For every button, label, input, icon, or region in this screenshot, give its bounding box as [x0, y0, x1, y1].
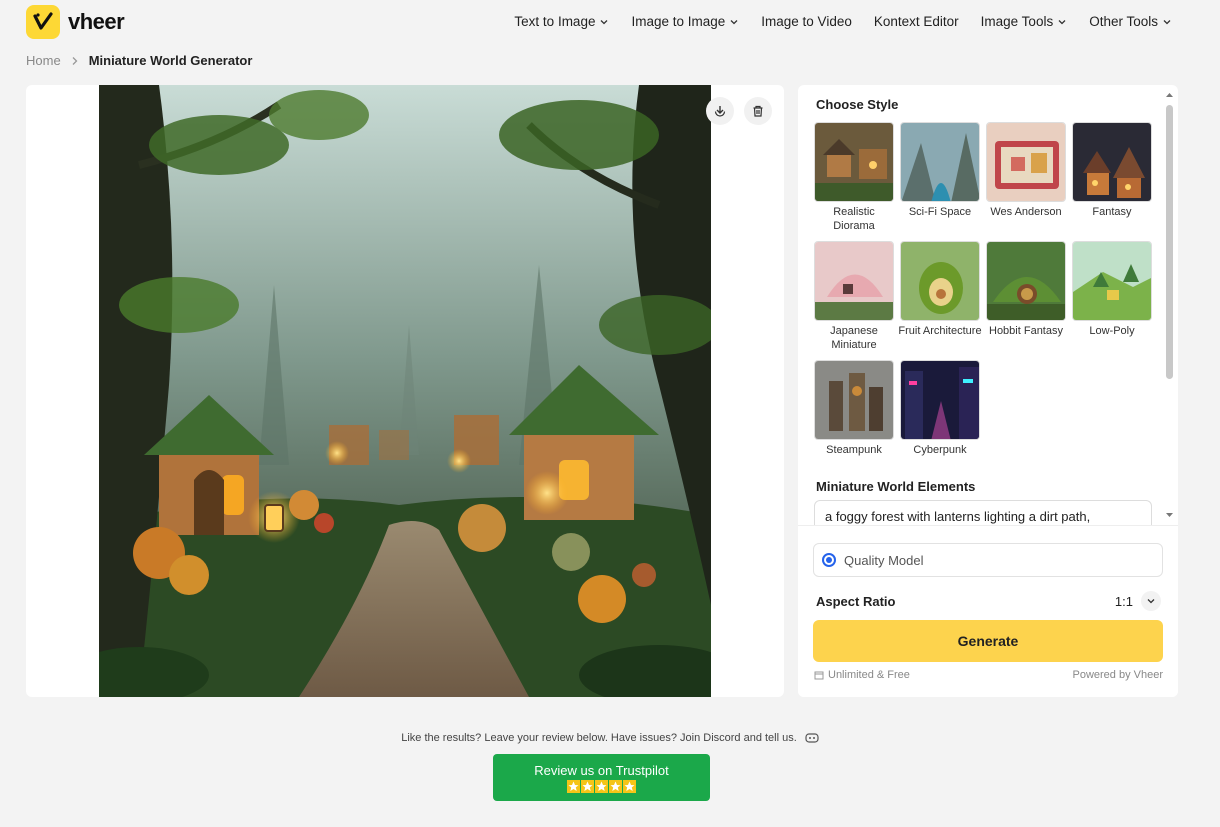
style-label: Wes Anderson	[990, 206, 1062, 218]
nav-label: Text to Image	[514, 14, 596, 29]
nav-label: Image to Video	[761, 14, 852, 29]
chevron-right-icon	[72, 56, 78, 65]
style-japanese-miniature[interactable]: Japanese Miniature	[814, 241, 894, 352]
result-image-panel	[26, 85, 784, 697]
quality-model-option[interactable]: Quality Model	[813, 543, 1163, 577]
style-thumbnail	[814, 241, 894, 321]
radio-selected-icon	[822, 553, 836, 567]
star-icon	[567, 779, 580, 793]
style-thumbnail	[900, 241, 980, 321]
nav-other-tools[interactable]: Other Tools	[1089, 14, 1172, 29]
style-thumbnail	[1072, 241, 1152, 321]
style-realistic-diorama[interactable]: Realistic Diorama	[814, 122, 894, 233]
breadcrumb: Home Miniature World Generator	[26, 53, 252, 68]
style-thumbnail	[986, 122, 1066, 202]
generate-controls: Quality Model Aspect Ratio 1:1 Generate …	[798, 525, 1178, 697]
rating-stars	[567, 779, 636, 793]
style-sci-fi-space[interactable]: Sci-Fi Space	[900, 122, 980, 233]
powered-by-label: Powered by Vheer	[1072, 669, 1164, 681]
vheer-logo-icon	[26, 5, 60, 39]
nav-label: Kontext Editor	[873, 14, 959, 29]
scroll-up-icon	[1166, 93, 1173, 97]
nav-text-to-image[interactable]: Text to Image	[514, 14, 609, 29]
chevron-down-icon	[1163, 19, 1171, 24]
model-label: Quality Model	[844, 552, 924, 568]
breadcrumb-home[interactable]: Home	[26, 53, 61, 68]
scroll-down-icon	[1166, 513, 1173, 517]
nav-kontext-editor[interactable]: Kontext Editor	[874, 14, 959, 29]
logo[interactable]: vheer	[26, 5, 125, 39]
style-label: Cyberpunk	[913, 444, 967, 456]
discord-icon[interactable]	[805, 732, 819, 744]
style-fruit-architecture[interactable]: Fruit Architecture	[898, 241, 982, 352]
nav-image-tools[interactable]: Image Tools	[981, 14, 1068, 29]
star-icon	[595, 779, 608, 793]
review-text: Like the results? Leave your review belo…	[401, 732, 797, 744]
style-label: Low-Poly	[1089, 325, 1135, 337]
star-icon	[581, 779, 594, 793]
chevron-down-icon	[1141, 591, 1161, 611]
review-prompt: Like the results? Leave your review belo…	[0, 732, 1220, 744]
generated-image	[99, 85, 711, 697]
generate-button[interactable]: Generate	[813, 620, 1163, 662]
style-thumbnail	[900, 122, 980, 202]
settings-scroll-area[interactable]: Choose Style Realistic Diorama Sci-Fi Sp…	[798, 85, 1164, 525]
style-cyberpunk[interactable]: Cyberpunk	[900, 360, 980, 457]
delete-button[interactable]	[744, 97, 772, 125]
style-grid: Realistic Diorama Sci-Fi Space Wes Ander…	[814, 122, 1158, 457]
nav-label: Image Tools	[980, 14, 1054, 29]
trash-icon	[753, 105, 763, 117]
settings-panel: Choose Style Realistic Diorama Sci-Fi Sp…	[798, 85, 1178, 697]
nav-label: Other Tools	[1089, 14, 1158, 29]
unlimited-note: Unlimited & Free	[814, 669, 910, 681]
scrollbar[interactable]	[1165, 91, 1174, 519]
chevron-down-icon	[730, 19, 738, 24]
chevron-down-icon	[601, 19, 608, 24]
style-fantasy[interactable]: Fantasy	[1072, 122, 1152, 233]
generate-footer: Unlimited & Free Powered by Vheer	[814, 669, 1163, 681]
main-nav: Text to Image Image to Image Image to Vi…	[514, 14, 1172, 29]
star-icon	[623, 779, 636, 793]
style-thumbnail	[814, 122, 894, 202]
aspect-ratio-select[interactable]: 1:1	[1115, 591, 1161, 611]
calendar-icon	[814, 671, 824, 680]
aspect-ratio-label: Aspect Ratio	[816, 593, 896, 609]
style-label: Steampunk	[826, 444, 882, 456]
style-steampunk[interactable]: Steampunk	[814, 360, 894, 457]
scroll-thumb[interactable]	[1166, 105, 1173, 379]
aspect-ratio-row: Aspect Ratio 1:1	[816, 591, 1161, 611]
style-label: Fruit Architecture	[898, 325, 982, 337]
aspect-ratio-value: 1:1	[1114, 593, 1133, 609]
choose-style-title: Choose Style	[816, 97, 899, 112]
nav-label: Image to Image	[631, 14, 726, 29]
style-label: Sci-Fi Space	[908, 206, 972, 218]
style-label: Realistic Diorama	[833, 206, 875, 232]
style-thumbnail	[900, 360, 980, 440]
elements-input[interactable]: a foggy forest with lanterns lighting a …	[814, 500, 1152, 525]
style-thumbnail	[1072, 122, 1152, 202]
brand-name: vheer	[68, 9, 125, 34]
style-wes-anderson[interactable]: Wes Anderson	[986, 122, 1066, 233]
page-title: Miniature World Generator	[88, 53, 253, 68]
image-actions	[706, 97, 772, 125]
style-label: Japanese Miniature	[830, 325, 878, 351]
style-thumbnail	[814, 360, 894, 440]
style-label: Fantasy	[1092, 206, 1132, 218]
trustpilot-label: Review us on Trustpilot	[534, 762, 669, 778]
chevron-down-icon	[1058, 19, 1066, 24]
download-icon	[714, 106, 726, 117]
style-hobbit-fantasy[interactable]: Hobbit Fantasy	[986, 241, 1066, 352]
style-low-poly[interactable]: Low-Poly	[1072, 241, 1152, 352]
style-label: Hobbit Fantasy	[989, 325, 1063, 337]
style-thumbnail	[986, 241, 1066, 321]
trustpilot-button[interactable]: Review us on Trustpilot	[493, 754, 710, 801]
nav-image-to-image[interactable]: Image to Image	[631, 14, 739, 29]
download-button[interactable]	[706, 97, 734, 125]
nav-image-to-video[interactable]: Image to Video	[761, 14, 852, 29]
unlimited-label: Unlimited & Free	[828, 669, 910, 681]
star-icon	[609, 779, 622, 793]
elements-title: Miniature World Elements	[816, 479, 976, 494]
